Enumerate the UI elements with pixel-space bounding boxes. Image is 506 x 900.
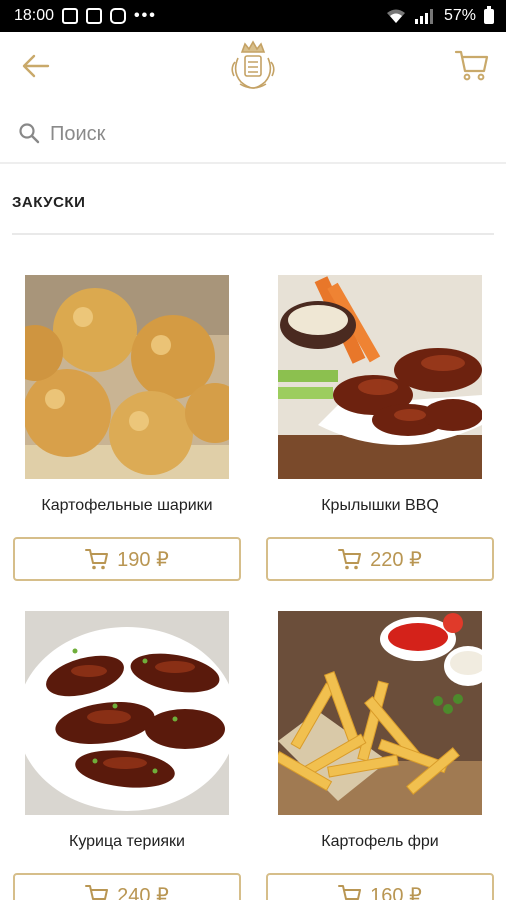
price-label: 160 ₽ <box>370 884 422 900</box>
cart-icon <box>338 885 362 900</box>
battery-icon <box>484 5 494 24</box>
add-to-cart-button[interactable]: 190 ₽ <box>13 537 241 581</box>
search-input[interactable] <box>50 118 470 150</box>
cart-icon <box>85 885 109 900</box>
add-to-cart-button[interactable]: 240 ₽ <box>13 873 241 900</box>
signal-icon <box>414 9 433 24</box>
section-divider <box>12 233 494 235</box>
add-to-cart-button[interactable]: 220 ₽ <box>266 537 494 581</box>
crown-crest-logo[interactable] <box>226 38 280 92</box>
add-to-cart-button[interactable]: 160 ₽ <box>266 873 494 900</box>
instagram-notification-icon <box>110 8 127 24</box>
price-label: 220 ₽ <box>370 548 422 571</box>
product-name: Картофельные шарики <box>41 497 213 514</box>
product-image[interactable] <box>25 275 229 479</box>
search-icon <box>19 123 40 144</box>
product-image[interactable] <box>25 611 229 815</box>
more-notifications-icon: ••• <box>134 7 157 24</box>
product-name: Крылышки BBQ <box>321 497 439 514</box>
arrow-left-icon[interactable] <box>20 50 52 82</box>
battery-percent: 57% <box>443 7 476 24</box>
wifi-icon <box>386 9 405 23</box>
product-image[interactable] <box>278 611 482 815</box>
gallery-notification-icon <box>62 8 79 24</box>
status-time: 18:00 <box>14 7 55 24</box>
price-label: 240 ₽ <box>117 884 169 900</box>
cart-icon <box>338 549 362 570</box>
app-notification-icon <box>86 8 103 24</box>
section-title: ЗАКУСКИ <box>12 194 86 211</box>
product-name: Картофель фри <box>321 833 439 850</box>
product-name: Курица терияки <box>69 833 185 850</box>
search-bar <box>0 104 506 164</box>
app-header <box>0 32 506 100</box>
status-bar: 18:00 ••• 57% <box>0 0 506 32</box>
cart-icon[interactable] <box>454 47 490 83</box>
price-label: 190 ₽ <box>117 548 169 571</box>
product-image[interactable] <box>278 275 482 479</box>
cart-icon <box>85 549 109 570</box>
